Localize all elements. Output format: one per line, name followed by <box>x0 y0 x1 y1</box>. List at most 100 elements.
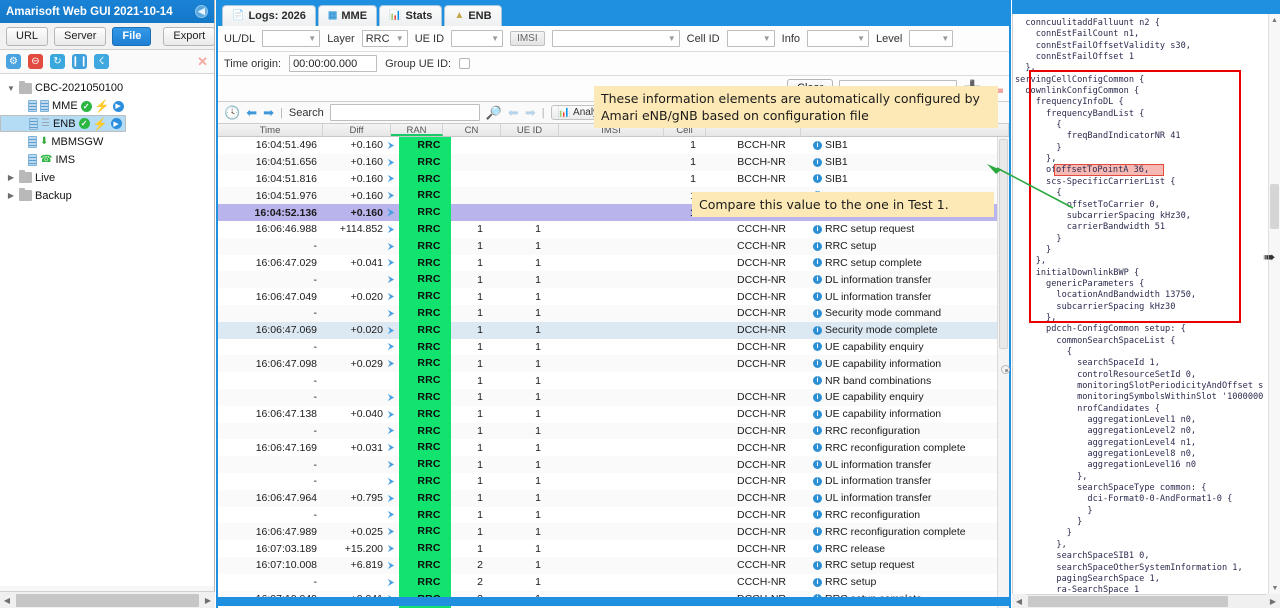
cellid-select[interactable]: ▼ <box>726 30 775 47</box>
table-row[interactable]: - ⮞ RRC 1 1 DCCH-NR i UL information transfer <box>218 456 997 473</box>
wrench-icon[interactable]: ⚙ <box>6 54 21 69</box>
tree-item-ims[interactable]: ☎ IMS <box>0 151 214 169</box>
info-icon[interactable]: i <box>813 409 822 419</box>
chevron-down-icon[interactable]: ▼ <box>6 84 16 93</box>
table-row[interactable]: 16:06:46.988 +114.852 ⮞ RRC 1 1 CCCH-NR i RRC se… <box>218 220 997 238</box>
info-icon[interactable]: i <box>813 359 822 369</box>
table-row[interactable]: 16:04:51.496 +0.160 ⮞ RRC 1 BCCH-NR i SIB1 <box>218 137 997 154</box>
info-icon[interactable]: i <box>813 308 822 318</box>
table-row[interactable]: 16:04:51.656 +0.160 ⮞ RRC 1 BCCH-NR i SIB1 <box>218 153 997 171</box>
table-row[interactable]: - RRC 1 1 i NR band combinations <box>218 372 997 389</box>
info-icon[interactable]: i <box>813 544 822 554</box>
refresh-icon[interactable]: ↻ <box>50 54 65 69</box>
scrollbar-thumb[interactable] <box>16 593 199 607</box>
table-row[interactable]: - ⮞ RRC 1 1 DCCH-NR i RRC reconfiguration <box>218 422 997 440</box>
info-icon[interactable]: i <box>813 224 822 234</box>
table-row[interactable]: 16:07:03.189 +15.200 ⮞ RRC 1 1 DCCH-NR i RRC rel… <box>218 540 997 557</box>
table-row[interactable]: 16:06:47.169 +0.031 ⮞ RRC 1 1 DCCH-NR i RRC reco… <box>218 439 997 457</box>
ueid-select[interactable]: ▼ <box>451 30 504 47</box>
right-panel-hscrollbar[interactable]: ◀ ▶ <box>1012 594 1280 608</box>
scroll-left-icon[interactable]: ◀ <box>0 592 14 608</box>
column-header-diff[interactable]: Diff <box>323 124 391 136</box>
table-row[interactable]: - ⮞ RRC 1 1 DCCH-NR i DL information transfer <box>218 271 997 289</box>
tree-item-backup[interactable]: ▶ Backup <box>0 187 214 205</box>
column-header-ran[interactable]: RAN <box>391 124 443 136</box>
tab-stats[interactable]: 📊 Stats <box>379 5 443 26</box>
table-row[interactable]: 16:04:51.816 +0.160 ⮞ RRC 1 BCCH-NR i SIB1 <box>218 170 997 188</box>
column-header-ueid[interactable]: UE ID <box>501 124 559 136</box>
info-select[interactable]: ▼ <box>807 30 869 47</box>
bolt-icon[interactable]: ⚡ <box>95 100 110 112</box>
group-ueid-checkbox[interactable] <box>459 58 471 69</box>
scrollbar-track[interactable] <box>14 593 201 607</box>
tab-logs[interactable]: 📄 Logs: 2026 <box>222 5 316 26</box>
scrollbar-thumb[interactable] <box>1028 596 1228 607</box>
info-icon[interactable]: i <box>813 426 822 436</box>
scroll-right-icon[interactable]: ▶ <box>1266 594 1280 608</box>
scroll-left-icon[interactable]: ◀ <box>1012 594 1026 608</box>
tree-item-live[interactable]: ▶ Live <box>0 169 214 187</box>
uldl-select[interactable]: ▼ <box>262 30 321 47</box>
table-row[interactable]: 16:07:10.008 +6.819 ⮞ RRC 2 1 CCCH-NR i RRC setu… <box>218 556 997 574</box>
arrow-left-icon[interactable]: ⬅ <box>246 106 257 119</box>
info-icon[interactable]: i <box>813 292 822 302</box>
tab-enb[interactable]: ▲ ENB <box>444 5 502 26</box>
tab-file[interactable]: File <box>112 26 152 46</box>
table-row[interactable]: - ⮞ RRC 1 1 DCCH-NR i RRC reconfiguration <box>218 506 997 524</box>
scroll-down-icon[interactable]: ▼ <box>1269 582 1280 594</box>
info-icon[interactable]: i <box>813 258 822 268</box>
table-row[interactable]: 16:06:47.964 +0.795 ⮞ RRC 1 1 DCCH-NR i UL infor… <box>218 489 997 507</box>
info-icon[interactable]: i <box>813 493 822 503</box>
table-row[interactable]: 16:06:47.989 +0.025 ⮞ RRC 1 1 DCCH-NR i RRC reco… <box>218 523 997 541</box>
table-row[interactable]: - ⮞ RRC 1 1 DCCH-NR i DL information transfer <box>218 472 997 490</box>
binoculars-icon[interactable]: 🔎 <box>486 106 502 119</box>
find-next-icon[interactable]: ➡ <box>525 106 536 119</box>
info-icon[interactable]: i <box>813 510 822 520</box>
info-icon[interactable]: i <box>813 342 822 352</box>
info-icon[interactable]: i <box>813 560 822 570</box>
table-row[interactable]: 16:06:47.098 +0.029 ⮞ RRC 1 1 DCCH-NR i UE capab… <box>218 355 997 373</box>
table-row[interactable]: - ⮞ RRC 1 1 DCCH-NR i UE capability enquiry <box>218 388 997 406</box>
info-icon[interactable]: i <box>813 325 822 335</box>
scroll-up-icon[interactable]: ▲ <box>1269 14 1280 26</box>
table-row[interactable]: - ⮞ RRC 1 1 DCCH-NR i UE capability enquiry <box>218 338 997 356</box>
info-icon[interactable]: i <box>813 460 822 470</box>
tree-item-cbc[interactable]: ▼ CBC-2021050100 <box>0 79 214 97</box>
table-row[interactable]: 16:06:47.138 +0.040 ⮞ RRC 1 1 DCCH-NR i UE capab… <box>218 405 997 423</box>
export-button[interactable]: Export <box>163 26 216 46</box>
time-origin-input[interactable]: 00:00:00.000 <box>289 55 378 72</box>
table-row[interactable]: - ⮞ RRC 1 1 CCCH-NR i RRC setup <box>218 237 997 255</box>
search-input[interactable] <box>329 104 480 121</box>
chevron-right-icon[interactable]: ▶ <box>6 173 16 182</box>
column-header-time[interactable]: Time <box>218 124 323 136</box>
table-row[interactable]: 16:06:47.029 +0.041 ⮞ RRC 1 1 DCCH-NR i RRC setu… <box>218 254 997 272</box>
scroll-right-icon[interactable]: ▶ <box>201 592 215 608</box>
column-header-cn[interactable]: CN <box>443 124 501 136</box>
info-icon[interactable]: i <box>813 577 822 587</box>
play-icon[interactable]: ▶ <box>112 100 124 112</box>
left-panel-hscrollbar[interactable]: ◀ ▶ <box>0 591 215 608</box>
level-select[interactable]: ▼ <box>909 30 954 47</box>
find-prev-icon[interactable]: ⬅ <box>508 106 519 119</box>
imsi-select[interactable]: ▼ <box>551 30 680 47</box>
chevron-left-icon[interactable]: ◀ <box>195 5 208 18</box>
info-icon[interactable]: i <box>813 476 822 486</box>
tree-item-enb[interactable]: ☰ ENB ✓ ⚡ ▶ <box>0 115 126 132</box>
info-icon[interactable]: i <box>813 527 822 537</box>
table-row[interactable]: 16:06:47.049 +0.020 ⮞ RRC 1 1 DCCH-NR i UL infor… <box>218 288 997 305</box>
tab-mme[interactable]: ▦ MME <box>317 5 378 26</box>
info-icon[interactable]: i <box>813 157 822 167</box>
arrow-right-icon[interactable]: ➡ <box>263 106 274 119</box>
bolt-icon[interactable]: ⚡ <box>93 118 108 130</box>
scrollbar-thumb[interactable] <box>1270 184 1279 229</box>
layer-select[interactable]: RRC ▼ <box>361 30 408 47</box>
info-icon[interactable]: i <box>813 140 822 150</box>
info-icon[interactable]: i <box>813 275 822 285</box>
info-icon[interactable]: i <box>813 443 822 453</box>
tree-item-mbmsgw[interactable]: ⬇ MBMSGW <box>0 133 214 151</box>
close-icon[interactable]: ✕ <box>197 54 208 70</box>
plug-icon[interactable]: ☇ <box>94 54 109 69</box>
table-row[interactable]: - ⮞ RRC 1 1 DCCH-NR i Security mode command <box>218 304 997 322</box>
clock-icon[interactable]: 🕓 <box>224 106 240 119</box>
play-icon[interactable]: ▶ <box>110 118 122 129</box>
